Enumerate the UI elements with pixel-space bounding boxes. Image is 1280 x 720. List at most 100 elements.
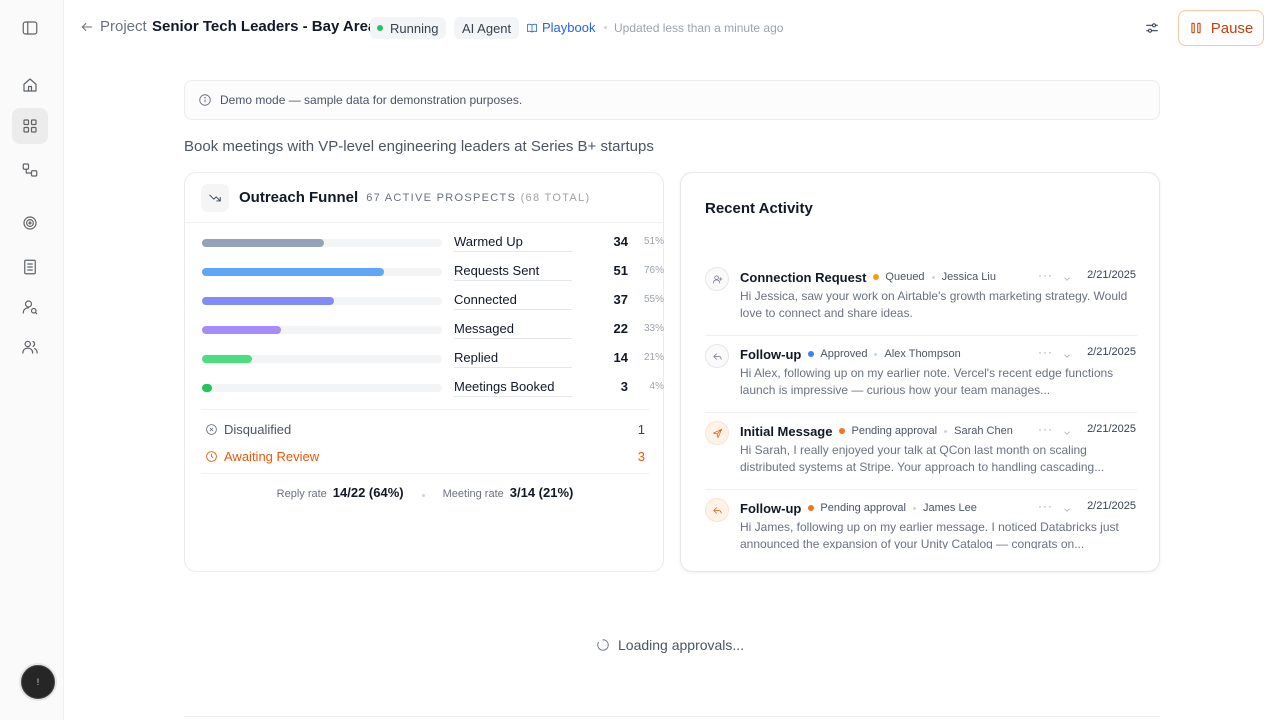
stage-percent: 33% <box>643 323 664 334</box>
conversion-rates: Reply rate 14/22 (64%) Meeting rate 3/14… <box>185 485 665 500</box>
activity-date: 2/21/2025 <box>1087 423 1136 435</box>
page-title: Senior Tech Leaders - Bay Area <box>152 18 377 35</box>
spinner-icon <box>597 639 609 651</box>
activity-message: Hi Alex, following up on my earlier note… <box>740 366 1114 397</box>
more-options-icon[interactable]: ··· <box>1038 345 1053 359</box>
reply-rate-value: 14/22 (64%) <box>332 485 404 500</box>
activity-item[interactable]: Follow-up Pending approval James Lee ··· 2/2… <box>705 490 1137 549</box>
activity-type: Connection Request <box>740 269 867 285</box>
activity-message: Hi Sarah, I really enjoyed your talk at … <box>740 443 1105 474</box>
chevron-down-icon[interactable] <box>1062 348 1074 360</box>
reply-icon <box>705 344 729 368</box>
stage-count: 34 <box>613 234 628 249</box>
stage-count: 37 <box>613 292 628 307</box>
stage-label: Requests Sent <box>454 263 572 281</box>
playbook-link[interactable]: Playbook <box>526 20 595 35</box>
divider <box>184 716 1160 717</box>
stage-percent: 4% <box>649 381 664 392</box>
info-icon <box>199 94 211 106</box>
stage-bar <box>202 326 281 334</box>
activity-type: Follow-up <box>740 346 802 362</box>
activity-person: Jessica Liu <box>941 271 996 283</box>
users-icon[interactable] <box>12 329 48 365</box>
activity-item[interactable]: Initial Message Pending approval Sarah Che… <box>705 413 1137 490</box>
meeting-rate-label: Meeting rate <box>442 488 504 500</box>
divider <box>201 409 649 410</box>
target-icon[interactable] <box>12 205 48 241</box>
activity-person: James Lee <box>923 502 977 514</box>
separator-dot <box>874 352 878 356</box>
funnel-stage[interactable]: Connected 37 55% <box>202 291 664 311</box>
separator-dot <box>931 275 935 279</box>
back-link[interactable]: Project <box>80 18 147 35</box>
workflow-icon[interactable] <box>12 152 48 188</box>
activity-status: Pending approval <box>820 502 906 514</box>
stage-label: Warmed Up <box>454 234 572 252</box>
more-options-icon[interactable]: ··· <box>1038 499 1053 513</box>
stage-bar <box>202 239 324 247</box>
building-icon[interactable] <box>12 249 48 285</box>
funnel-stage[interactable]: Meetings Booked 3 4% <box>202 378 664 398</box>
activity-meta: Connection Request Queued Jessica Liu ··· 2/… <box>740 268 1136 286</box>
activity-list: Connection Request Queued Jessica Liu ··· 2/… <box>705 259 1137 549</box>
active-prospects: 67 ACTIVE PROSPECTS <box>366 191 517 204</box>
panel-toggle-icon[interactable] <box>12 10 48 46</box>
header: Project Senior Tech Leaders - Bay Area R… <box>64 0 1280 56</box>
pause-icon <box>1191 22 1201 34</box>
activity-type: Follow-up <box>740 500 802 516</box>
chevron-down-icon[interactable] <box>1062 502 1074 514</box>
funnel-stage[interactable]: Replied 14 21% <box>202 349 664 369</box>
activity-status: Approved <box>820 348 868 360</box>
more-options-icon[interactable]: ··· <box>1038 268 1053 282</box>
chevron-down-icon[interactable] <box>1062 425 1074 437</box>
status-dot <box>377 25 383 31</box>
loading-text: Loading approvals... <box>618 637 745 653</box>
grid-icon[interactable] <box>12 108 48 144</box>
chevron-down-icon[interactable] <box>1062 271 1074 283</box>
separator-dot <box>421 494 425 497</box>
activity-date: 2/21/2025 <box>1087 269 1136 281</box>
funnel-title: Outreach Funnel <box>239 189 359 206</box>
meeting-rate-value: 3/14 (21%) <box>509 485 574 500</box>
avatar-text: ! <box>36 677 40 687</box>
disqualified-row[interactable]: Disqualified 1 <box>205 419 645 439</box>
more-options-icon[interactable]: ··· <box>1038 422 1053 436</box>
pause-button[interactable]: Pause <box>1178 10 1264 46</box>
awaiting-label: Awaiting Review <box>224 448 320 464</box>
activity-status: Queued <box>885 271 925 283</box>
status-label: Running <box>390 20 439 36</box>
avatar[interactable]: ! <box>19 663 57 701</box>
stage-percent: 55% <box>643 294 664 305</box>
activity-type: Initial Message <box>740 423 833 439</box>
funnel-stage[interactable]: Requests Sent 51 76% <box>202 262 664 282</box>
funnel-stage[interactable]: Warmed Up 34 51% <box>202 233 664 253</box>
stage-percent: 76% <box>643 265 664 276</box>
book-icon <box>527 23 537 32</box>
project-goal: Book meetings with VP-level engineering … <box>184 138 654 155</box>
activity-person: Sarah Chen <box>954 425 1013 437</box>
divider <box>201 473 649 474</box>
updated-timestamp: Updated less than a minute ago <box>614 21 784 35</box>
activity-date: 2/21/2025 <box>1087 346 1136 358</box>
settings-sliders-icon[interactable] <box>1140 17 1164 39</box>
status-dot <box>839 428 846 434</box>
awaiting-review-row[interactable]: Awaiting Review 3 <box>205 446 645 466</box>
activity-title: Recent Activity <box>705 200 813 217</box>
user-search-icon[interactable] <box>12 289 48 325</box>
activity-meta: Follow-up Pending approval James Lee ··· 2/2… <box>740 499 1136 517</box>
activity-person: Alex Thompson <box>884 348 961 360</box>
trending-down-icon <box>201 183 229 212</box>
arrow-left-icon <box>81 22 93 31</box>
activity-item[interactable]: Follow-up Approved Alex Thompson ··· 2/21/20… <box>705 336 1137 413</box>
stage-bar <box>202 384 212 392</box>
stage-label: Connected <box>454 292 572 310</box>
stage-count: 3 <box>620 379 628 394</box>
activity-item[interactable]: Connection Request Queued Jessica Liu ··· 2/… <box>705 259 1137 336</box>
separator-dot <box>604 26 607 29</box>
pause-label: Pause <box>1210 19 1254 37</box>
funnel-stage[interactable]: Messaged 22 33% <box>202 320 664 340</box>
home-icon[interactable] <box>12 67 48 103</box>
stage-track <box>202 384 442 392</box>
stage-bar <box>202 355 252 363</box>
back-label: Project <box>100 18 147 35</box>
